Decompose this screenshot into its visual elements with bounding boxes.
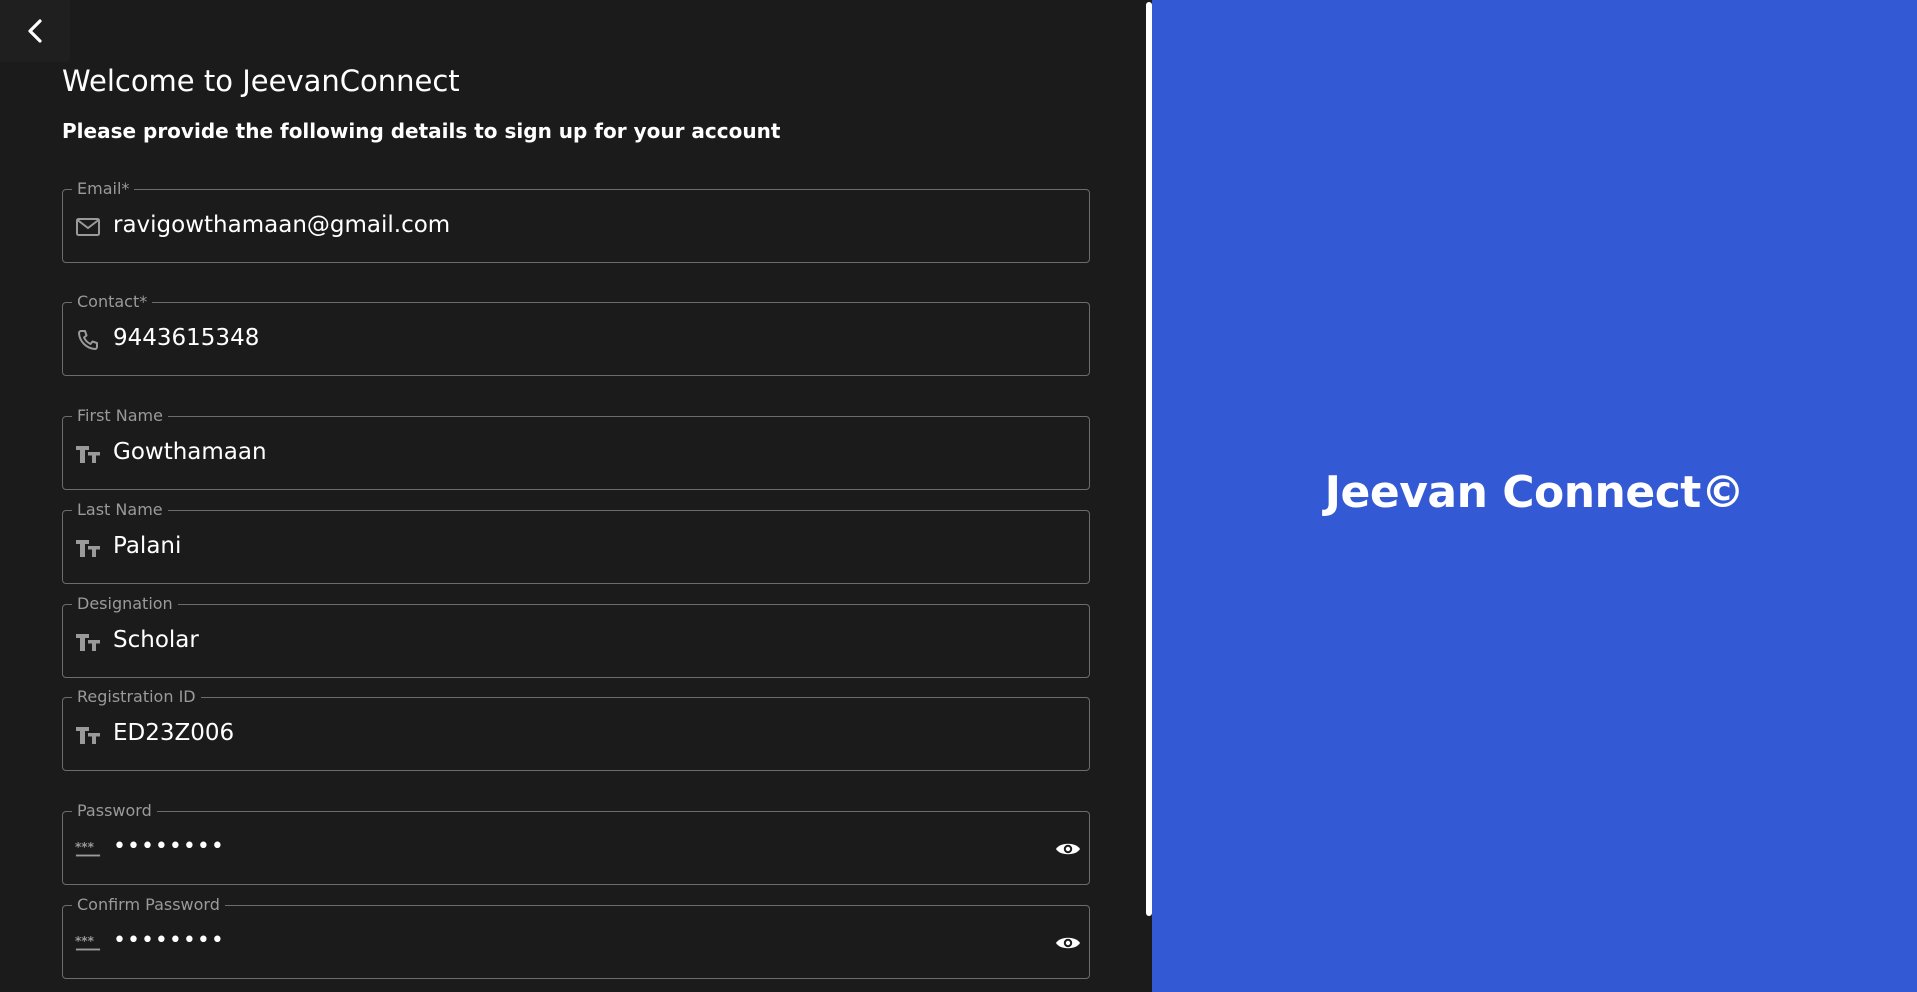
show-confirm-password-button[interactable]: [1053, 928, 1083, 958]
confirm-password-field[interactable]: Confirm Password *** ••••••••: [62, 895, 1090, 979]
email-label: Email*: [72, 179, 135, 199]
page-title: Welcome to JeevanConnect: [62, 64, 460, 98]
confirm-password-label: Confirm Password: [72, 895, 225, 915]
contact-value[interactable]: 9443615348: [113, 322, 259, 354]
chevron-left-icon: [28, 19, 42, 43]
email-value[interactable]: ravigowthamaan@gmail.com: [113, 209, 450, 241]
mail-icon: [75, 214, 101, 240]
password-field[interactable]: Password *** ••••••••: [62, 801, 1090, 885]
text-fields-icon: [75, 722, 101, 748]
registration-id-value[interactable]: ED23Z006: [113, 717, 234, 749]
password-label: Password: [72, 801, 157, 821]
text-fields-icon: [75, 629, 101, 655]
text-fields-icon: [75, 535, 101, 561]
registration-id-label: Registration ID: [72, 687, 201, 707]
password-icon: ***: [75, 930, 101, 956]
last-name-label: Last Name: [72, 500, 168, 520]
eye-icon: [1056, 843, 1080, 855]
first-name-value[interactable]: Gowthamaan: [113, 436, 267, 468]
page-subtitle: Please provide the following details to …: [62, 119, 781, 143]
password-value[interactable]: ••••••••: [113, 831, 225, 863]
designation-label: Designation: [72, 594, 178, 614]
show-password-button[interactable]: [1053, 834, 1083, 864]
confirm-password-value[interactable]: ••••••••: [113, 925, 225, 957]
back-button[interactable]: [0, 0, 70, 62]
first-name-field[interactable]: First Name Gowthamaan: [62, 406, 1090, 490]
text-fields-icon: [75, 441, 101, 467]
last-name-field[interactable]: Last Name Palani: [62, 500, 1090, 584]
designation-field[interactable]: Designation Scholar: [62, 594, 1090, 678]
contact-label: Contact*: [72, 292, 153, 312]
email-field[interactable]: Email* ravigowthamaan@gmail.com: [62, 179, 1090, 263]
registration-id-field[interactable]: Registration ID ED23Z006: [62, 687, 1090, 771]
eye-icon: [1056, 937, 1080, 949]
brand-panel: Jeevan Connect©: [1152, 0, 1917, 992]
signup-panel: Welcome to JeevanConnect Please provide …: [0, 0, 1146, 992]
designation-value[interactable]: Scholar: [113, 624, 199, 656]
password-icon: ***: [75, 836, 101, 862]
phone-icon: [75, 327, 101, 353]
brand-name: Jeevan Connect©: [1324, 466, 1745, 518]
first-name-label: First Name: [72, 406, 168, 426]
svg-text:***: ***: [75, 934, 95, 948]
svg-text:***: ***: [75, 840, 95, 854]
last-name-value[interactable]: Palani: [113, 530, 181, 562]
contact-field[interactable]: Contact* 9443615348: [62, 292, 1090, 376]
